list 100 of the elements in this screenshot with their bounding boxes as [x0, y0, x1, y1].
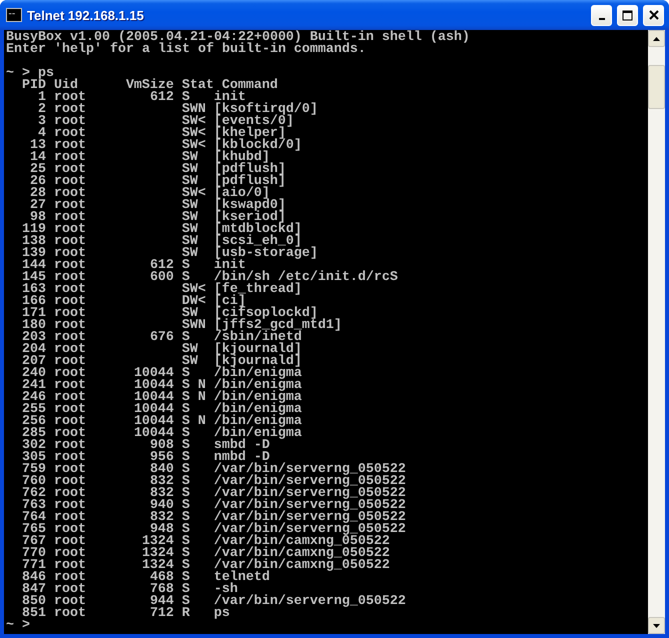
table-cell: [khubd] [214, 152, 270, 164]
scrollbar[interactable] [648, 30, 665, 634]
table-cell: S [182, 464, 190, 476]
table-cell-text: root [52, 248, 86, 260]
table-cell-text: root [52, 200, 86, 212]
table-cell: 119 [22, 224, 46, 236]
table-cell: SW [182, 356, 198, 368]
table-cell-text: root [52, 440, 86, 452]
table-cell: S [182, 572, 190, 584]
column-header: PID [22, 80, 46, 92]
table-cell: [pdflush] [214, 176, 286, 188]
table-cell: SW [182, 344, 198, 356]
table-cell: /bin/enigma [214, 380, 302, 392]
scroll-up-button[interactable] [648, 30, 665, 47]
table-cell: SW [182, 224, 198, 236]
scroll-down-button[interactable] [648, 617, 665, 634]
table-cell: 1 [38, 92, 46, 104]
table-cell: 27 [30, 200, 46, 212]
table-cell-text: root [52, 224, 86, 236]
table-cell: /var/bin/camxng_050522 [214, 536, 390, 548]
table-cell: [cifsoplockd] [214, 308, 318, 320]
table-cell: /bin/enigma [214, 368, 302, 380]
table-cell-text: root [52, 596, 86, 608]
table-cell: 240 [22, 368, 46, 380]
table-cell: S [182, 368, 190, 380]
table-cell: 255 [22, 404, 46, 416]
table-cell-text: root [52, 332, 86, 344]
table-cell: S [182, 488, 190, 500]
table-cell: 944 [150, 596, 174, 608]
table-cell: SW [182, 176, 198, 188]
table-cell-text: root [52, 176, 86, 188]
maximize-icon [622, 10, 633, 20]
table-cell: 832 [150, 512, 174, 524]
table-cell: 166 [22, 296, 46, 308]
table-cell: 840 [150, 464, 174, 476]
table-cell: 600 [150, 272, 174, 284]
table-cell: [kseriod] [214, 212, 286, 224]
table-cell: /bin/enigma [214, 428, 302, 440]
table-cell: 956 [150, 452, 174, 464]
table-cell: 846 [22, 572, 46, 584]
scrollbar-thumb[interactable] [648, 65, 665, 109]
table-cell: /var/bin/serverng_050522 [214, 464, 406, 476]
table-cell-text: root [52, 308, 86, 320]
down-arrow-icon [653, 624, 660, 628]
table-cell: [ksoftirqd/0] [214, 104, 318, 116]
column-header: Stat [182, 80, 214, 92]
close-button[interactable] [643, 4, 664, 26]
table-cell: 203 [22, 332, 46, 344]
table-cell-text: root [52, 164, 86, 176]
table-cell-text: root [52, 536, 86, 548]
table-cell: 302 [22, 440, 46, 452]
table-cell-text: root [52, 428, 86, 440]
table-cell: 144 [22, 260, 46, 272]
table-cell-text: root [52, 92, 86, 104]
table-cell: 98 [30, 212, 46, 224]
table-cell-text: root [52, 464, 86, 476]
table-cell: S [182, 452, 190, 464]
table-cell: S [182, 596, 190, 608]
table-cell: 612 [150, 92, 174, 104]
table-cell: 10044 [134, 404, 174, 416]
table-cell: SWN [182, 320, 206, 332]
table-cell-text: root [52, 608, 86, 620]
table-cell: S [182, 428, 190, 440]
table-cell: 13 [30, 140, 46, 152]
table-cell: 139 [22, 248, 46, 260]
table-cell: 768 [150, 584, 174, 596]
table-cell: 851 [22, 608, 46, 620]
table-cell-text: root [52, 476, 86, 488]
table-cell: 207 [22, 356, 46, 368]
table-cell: [kswapd0] [214, 200, 286, 212]
table-cell: 832 [150, 488, 174, 500]
table-cell: S [182, 584, 190, 596]
table-cell: 763 [22, 500, 46, 512]
table-cell-text: root [52, 152, 86, 164]
table-cell-text: root [52, 380, 86, 392]
table-cell: /var/bin/serverng_050522 [214, 488, 406, 500]
table-cell: 138 [22, 236, 46, 248]
table-cell: S [182, 512, 190, 524]
table-cell: S [182, 524, 190, 536]
table-cell: 940 [150, 500, 174, 512]
table-cell: 612 [150, 260, 174, 272]
minimize-button[interactable] [591, 4, 612, 26]
table-cell-text: root [52, 104, 86, 116]
table-cell: SW< [182, 116, 206, 128]
table-cell: [scsi_eh_0] [214, 236, 302, 248]
table-cell: 305 [22, 452, 46, 464]
table-cell: 256 [22, 416, 46, 428]
table-cell: 241 [22, 380, 46, 392]
table-cell: SW [182, 308, 198, 320]
table-cell: R [182, 608, 190, 620]
table-cell: SW< [182, 128, 206, 140]
table-cell: 14 [30, 152, 46, 164]
table-cell-text: root [52, 128, 86, 140]
table-cell: [mtdblockd] [214, 224, 302, 236]
maximize-button[interactable] [617, 4, 638, 26]
table-cell: S [182, 404, 190, 416]
table-cell: S [182, 500, 190, 512]
minimize-icon [598, 18, 604, 20]
table-cell: 765 [22, 524, 46, 536]
table-cell-text: root [52, 416, 86, 428]
